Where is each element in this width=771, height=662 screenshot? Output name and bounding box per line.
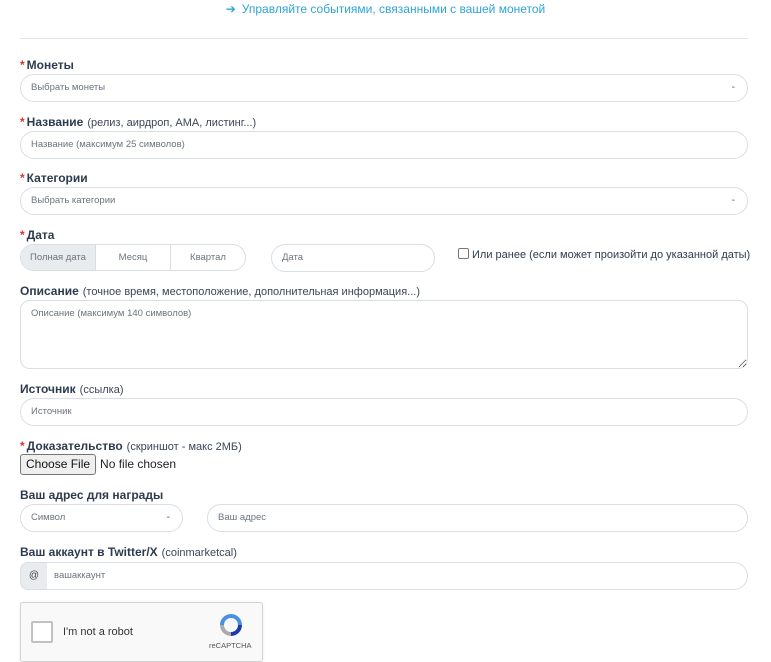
proof-label: * Доказательство (скриншот - макс 2МБ): [20, 439, 242, 453]
proof-hint: (скриншот - макс 2МБ): [126, 441, 242, 453]
dropdown-caret-icon: -: [731, 195, 735, 206]
reward-label-text: Ваш адрес для награды: [20, 488, 164, 502]
source-label-text: Источник: [20, 382, 76, 396]
file-status: No file chosen: [100, 457, 177, 471]
choose-file-button[interactable]: Choose File: [20, 454, 97, 475]
description-textarea[interactable]: [20, 300, 748, 369]
recaptcha-checkbox[interactable]: [31, 621, 53, 643]
recaptcha-brand: reCAPTCHA: [209, 641, 252, 650]
or-earlier-option: Или ранее (если может произойти до указа…: [458, 247, 751, 261]
required-mark: *: [20, 439, 25, 453]
source-input[interactable]: Источник: [20, 398, 748, 426]
divider: [20, 38, 748, 39]
reward-label: Ваш адрес для награды: [20, 488, 163, 502]
categories-select-placeholder: Выбрать категории: [31, 195, 116, 206]
source-label: Источник (ссылка): [20, 382, 123, 396]
reward-address-input[interactable]: Ваш адрес: [207, 504, 748, 532]
proof-label-text: Доказательство: [26, 439, 123, 453]
categories-select[interactable]: Выбрать категории -: [20, 187, 748, 215]
source-hint: (ссылка): [79, 384, 124, 396]
title-input-placeholder: Название (максимум 25 символов): [31, 139, 185, 150]
date-option-quarter[interactable]: Квартал: [171, 245, 245, 270]
required-mark: *: [20, 171, 25, 185]
categories-label-text: Категории: [26, 171, 88, 185]
date-label: * Дата: [20, 228, 54, 242]
manage-events-link[interactable]: ➔ Управляйте событиями, связанными с ваше…: [0, 0, 771, 20]
date-label-text: Дата: [26, 228, 55, 242]
arrow-right-icon: ➔: [225, 2, 236, 16]
date-option-month[interactable]: Месяц: [96, 245, 171, 270]
recaptcha-logo-icon: [220, 614, 242, 636]
categories-label: * Категории: [20, 171, 88, 185]
recaptcha-label: I'm not a robot: [63, 626, 133, 638]
description-label-text: Описание: [20, 284, 79, 298]
dropdown-caret-icon: -: [731, 82, 735, 93]
or-earlier-checkbox[interactable]: [458, 247, 469, 259]
or-earlier-label: Или ранее (если может произойти до указа…: [472, 249, 751, 261]
description-label: Описание (точное время, местоположение, д…: [20, 284, 420, 298]
twitter-input-placeholder: вашаккаунт: [54, 570, 106, 581]
date-input[interactable]: Дата: [271, 244, 435, 272]
title-label-text: Название: [26, 115, 84, 129]
source-input-placeholder: Источник: [31, 406, 72, 417]
date-option-full[interactable]: Полная дата: [21, 245, 96, 270]
proof-file-input: Choose File No file chosen: [20, 454, 176, 475]
coins-label-text: Монеты: [26, 58, 74, 72]
manage-events-link-label: Управляйте событиями, связанными с вашей…: [241, 2, 546, 16]
reward-address-placeholder: Ваш адрес: [218, 512, 267, 523]
at-prefix: @: [20, 562, 47, 590]
coins-select-placeholder: Выбрать монеты: [31, 82, 106, 93]
symbol-select-placeholder: Символ: [31, 512, 66, 523]
twitter-label: Ваш аккаунт в Twitter/X (coinmarketcal): [20, 545, 237, 559]
date-type-toggle: Полная дата Месяц Квартал: [20, 244, 246, 271]
coins-label: * Монеты: [20, 58, 74, 72]
recaptcha-widget: I'm not a robot reCAPTCHA: [20, 602, 263, 662]
twitter-input[interactable]: вашаккаунт: [46, 562, 748, 590]
date-input-placeholder: Дата: [282, 252, 304, 263]
title-hint: (релиз, аирдроп, AMA, листинг...): [87, 117, 257, 129]
title-label: * Название (релиз, аирдроп, AMA, листинг..…: [20, 115, 256, 129]
description-hint: (точное время, местоположение, дополните…: [82, 286, 420, 298]
required-mark: *: [20, 58, 25, 72]
coins-select[interactable]: Выбрать монеты -: [20, 74, 748, 102]
title-input[interactable]: Название (максимум 25 символов): [20, 131, 748, 159]
required-mark: *: [20, 228, 25, 242]
symbol-select[interactable]: Символ -: [20, 504, 183, 532]
dropdown-caret-icon: -: [166, 512, 170, 523]
twitter-label-text: Ваш аккаунт в Twitter/X: [20, 545, 158, 559]
required-mark: *: [20, 115, 25, 129]
twitter-hint: (coinmarketcal): [161, 547, 237, 559]
